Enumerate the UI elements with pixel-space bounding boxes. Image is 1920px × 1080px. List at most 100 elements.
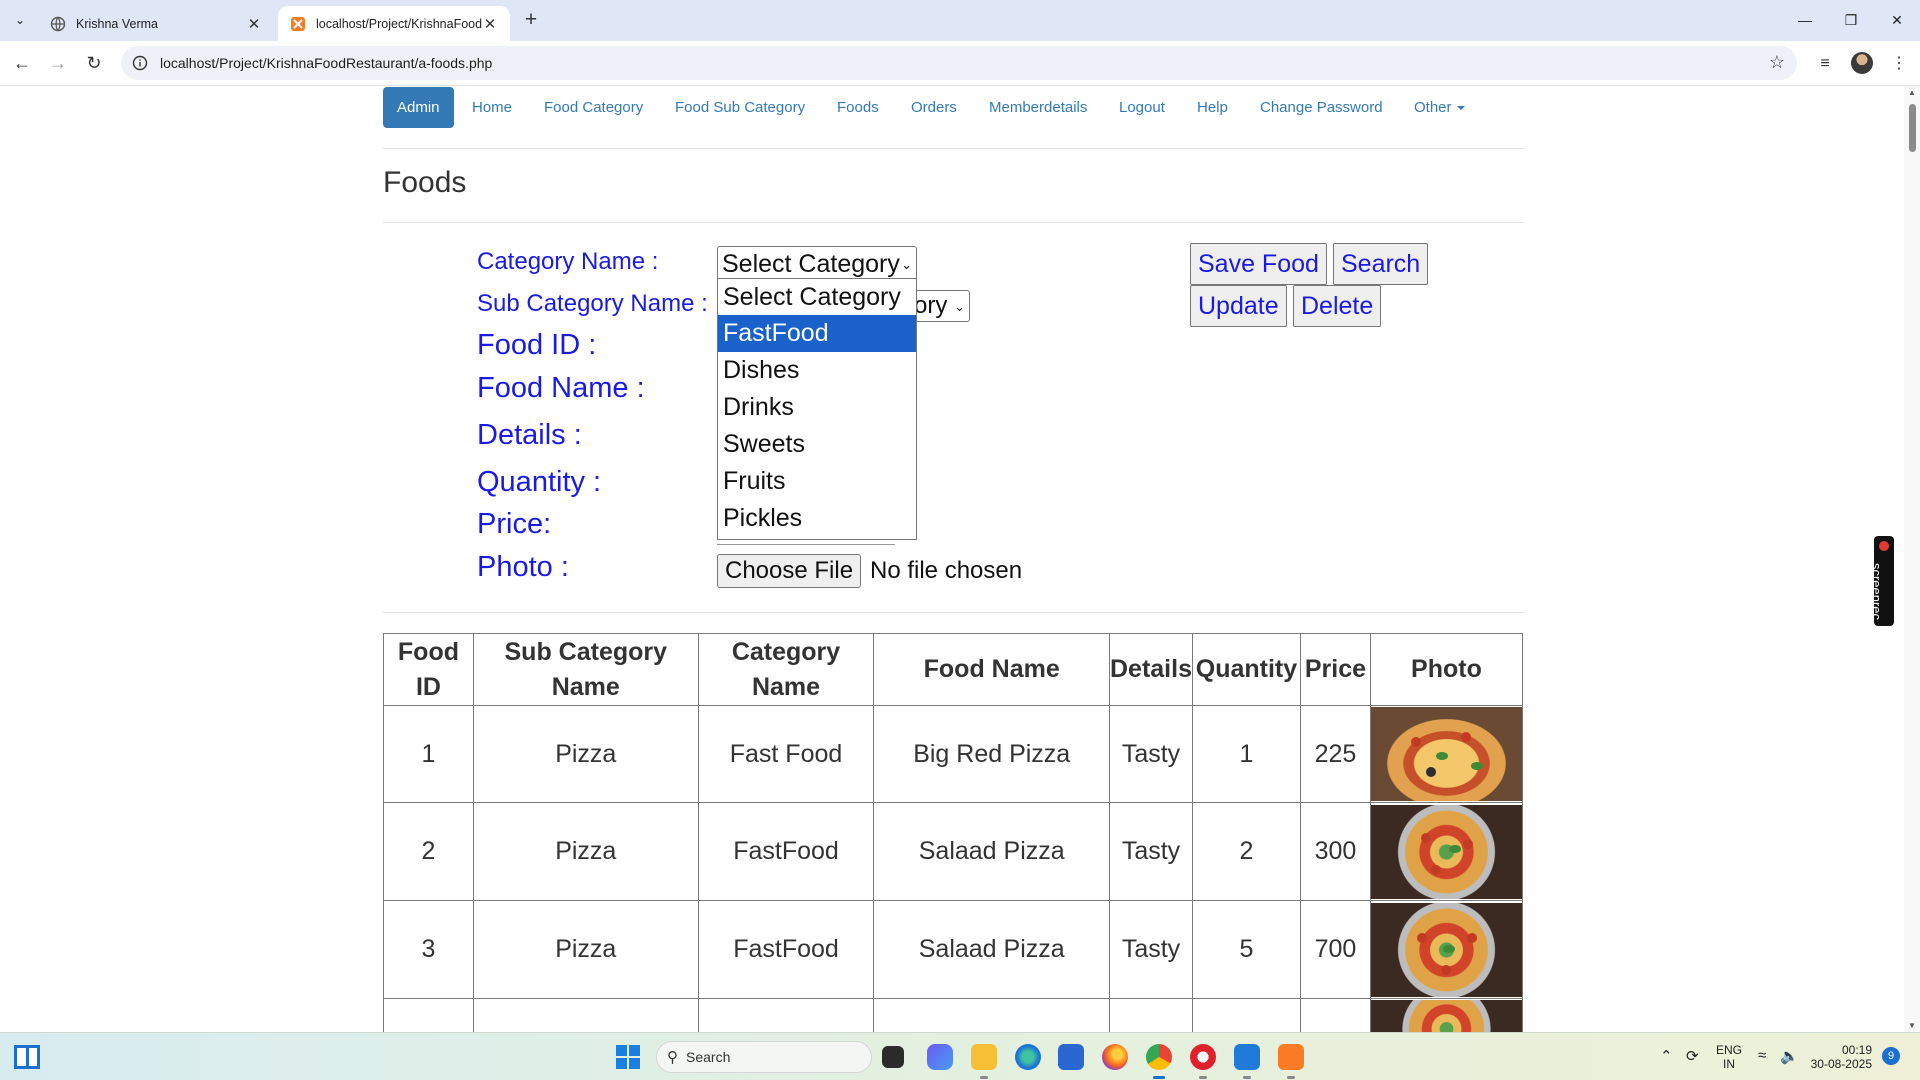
table-row[interactable] <box>383 998 1524 1032</box>
save-food-button[interactable]: Save Food <box>1190 243 1327 285</box>
file-explorer-icon[interactable] <box>971 1044 997 1079</box>
teams-chat-icon[interactable] <box>927 1044 953 1070</box>
nav-logout[interactable]: Logout <box>1119 87 1165 128</box>
table-row[interactable]: 2 Pizza FastFood Salaad Pizza Tasty 2 30… <box>383 802 1524 901</box>
column-header: Details <box>1109 633 1193 706</box>
tab-search-chevron-icon[interactable]: ⌄ <box>7 8 33 32</box>
dropdown-option[interactable]: Select Category <box>718 279 916 315</box>
kebab-menu-icon[interactable]: ⋮ <box>1886 51 1912 77</box>
dropdown-option[interactable]: Fruits <box>718 463 916 500</box>
wifi-icon[interactable]: ≈ <box>1758 1047 1766 1064</box>
edge-browser-icon[interactable] <box>1015 1044 1041 1070</box>
file-status: No file chosen <box>870 557 1023 584</box>
sync-icon[interactable]: ⟳ <box>1686 1047 1699 1065</box>
cell-price: 700 <box>1299 900 1371 999</box>
notification-badge[interactable]: 9 <box>1882 1047 1900 1065</box>
nav-orders[interactable]: Orders <box>911 87 957 128</box>
media-controls-icon[interactable]: ≡ <box>1812 51 1838 77</box>
globe-icon <box>50 16 66 31</box>
label-food-name: Food Name : <box>477 372 645 404</box>
browser-tab-foods[interactable]: localhost/Project/KrishnaFoodR ✕ <box>278 6 510 41</box>
table-cell <box>873 998 1110 1032</box>
close-window-icon[interactable]: ✕ <box>1874 6 1920 34</box>
scroll-up-arrow-icon[interactable]: ▲ <box>1906 88 1918 97</box>
profile-avatar[interactable] <box>1851 52 1873 74</box>
scrollbar-thumb[interactable] <box>1909 104 1916 152</box>
minimize-icon[interactable]: — <box>1782 6 1828 34</box>
clock-time: 00:19 <box>1841 1043 1872 1057</box>
tab-close-icon[interactable]: ✕ <box>482 15 498 33</box>
nav-home[interactable]: Home <box>472 87 512 128</box>
cell-food-id: 2 <box>383 802 474 901</box>
cell-quantity: 1 <box>1191 705 1301 803</box>
tray-chevron-up-icon[interactable]: ⌃ <box>1660 1047 1673 1065</box>
column-header: Photo <box>1369 633 1524 706</box>
table-header-row: Food ID Sub Category Name Category Name Foo… <box>383 633 1524 706</box>
restore-icon[interactable]: ❐ <box>1828 6 1874 34</box>
column-header: Category Name <box>697 633 875 706</box>
address-bar[interactable]: localhost/Project/KrishnaFoodRestaurant/… <box>121 46 1797 80</box>
cell-price: 300 <box>1299 802 1371 901</box>
update-button[interactable]: Update <box>1190 285 1287 327</box>
chrome-icon[interactable] <box>1146 1044 1172 1079</box>
forward-arrow-icon[interactable]: → <box>44 49 72 77</box>
column-header: Sub Category Name <box>472 633 699 706</box>
reload-icon[interactable]: ↻ <box>80 49 108 77</box>
vscode-icon[interactable] <box>1234 1044 1260 1079</box>
pizza-photo <box>1370 902 1522 997</box>
search-button[interactable]: Search <box>1333 243 1429 285</box>
category-dropdown-list: Select Category FastFood Dishes Drinks S… <box>717 278 917 540</box>
tab-close-icon[interactable]: ✕ <box>246 15 262 33</box>
task-view-icon[interactable] <box>882 1046 904 1068</box>
widgets-icon[interactable] <box>14 1045 40 1069</box>
caret-down-icon <box>1456 106 1465 111</box>
cell-food-id: 3 <box>383 900 474 999</box>
cell-sub-category: Pizza <box>472 705 699 803</box>
windows-start-icon[interactable] <box>616 1045 640 1069</box>
screenrec-extension-tab[interactable]: screenrec <box>1869 536 1894 626</box>
taskbar-search-box[interactable]: ⚲ Search <box>656 1041 872 1073</box>
browser-tab-krishna-verma[interactable]: Krishna Verma ✕ <box>38 6 274 41</box>
label-sub-category-name: Sub Category Name : <box>477 290 708 317</box>
clock[interactable]: 00:19 30-08-2025 <box>1810 1043 1872 1071</box>
language-indicator[interactable]: ENG IN <box>1716 1043 1742 1071</box>
microsoft-store-icon[interactable] <box>1058 1044 1084 1070</box>
vertical-scrollbar[interactable]: ▲ ▼ <box>1904 86 1920 1032</box>
nav-food-category[interactable]: Food Category <box>544 87 643 128</box>
nav-foods[interactable]: Foods <box>837 87 879 128</box>
delete-button[interactable]: Delete <box>1293 285 1382 327</box>
price-input[interactable] <box>717 541 895 545</box>
nav-help[interactable]: Help <box>1197 87 1228 128</box>
dropdown-option[interactable]: Pickles <box>718 500 916 537</box>
table-row[interactable]: 1 Pizza Fast Food Big Red Pizza Tasty 1 … <box>383 705 1524 803</box>
dropdown-option[interactable]: Drinks <box>718 389 916 426</box>
chevron-down-icon: ⌄ <box>954 299 965 314</box>
nav-other-label: Other <box>1414 99 1452 116</box>
site-info-icon[interactable] <box>132 55 148 71</box>
dropdown-option[interactable]: Dishes <box>718 352 916 389</box>
opera-icon[interactable] <box>1190 1044 1216 1079</box>
new-tab-plus-icon[interactable]: + <box>518 8 544 34</box>
nav-memberdetails[interactable]: Memberdetails <box>989 87 1087 128</box>
label-price: Price: <box>477 508 552 540</box>
xampp-icon[interactable] <box>1278 1044 1304 1079</box>
cell-category: FastFood <box>697 802 875 901</box>
table-row[interactable]: 3 Pizza FastFood Salaad Pizza Tasty 5 70… <box>383 900 1524 999</box>
table-cell <box>697 998 875 1032</box>
nav-food-sub-category[interactable]: Food Sub Category <box>675 87 805 128</box>
speaker-muted-icon[interactable]: 🔈 <box>1780 1047 1799 1065</box>
screenrec-label: screenrec <box>1869 562 1885 621</box>
bookmark-star-icon[interactable]: ☆ <box>1769 52 1785 73</box>
firefox-icon[interactable] <box>1102 1044 1128 1070</box>
cell-quantity: 5 <box>1191 900 1301 999</box>
category-select[interactable]: Select Category ⌄ <box>717 246 917 282</box>
category-select-value: Select Category <box>722 250 900 278</box>
choose-file-button[interactable]: Choose File <box>717 554 862 588</box>
scroll-down-arrow-icon[interactable]: ▼ <box>1906 1021 1918 1030</box>
nav-other-dropdown[interactable]: Other <box>1414 87 1465 128</box>
back-arrow-icon[interactable]: ← <box>8 49 36 77</box>
nav-change-password[interactable]: Change Password <box>1260 87 1383 128</box>
nav-admin[interactable]: Admin <box>383 87 454 128</box>
dropdown-option-highlighted[interactable]: FastFood <box>718 315 916 352</box>
dropdown-option[interactable]: Sweets <box>718 426 916 463</box>
